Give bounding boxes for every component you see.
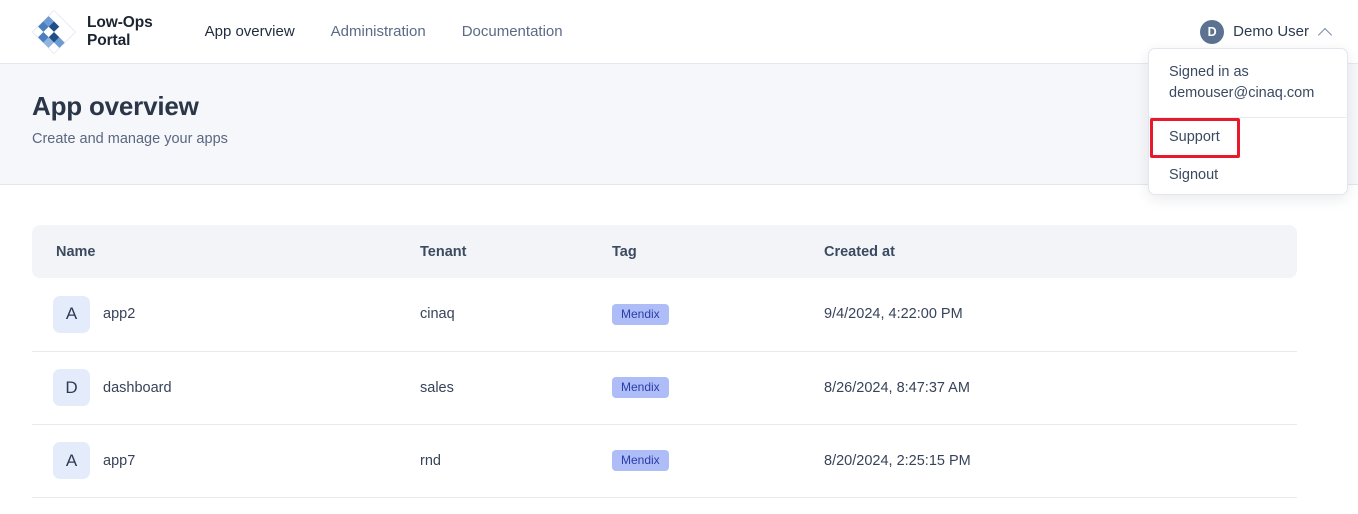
cell-name: D dashboard	[32, 351, 420, 425]
main-nav: App overview Administration Documentatio…	[187, 15, 581, 48]
cell-tenant: rnd	[420, 424, 612, 498]
brand-title: Low-Ops Portal	[87, 14, 153, 49]
dropdown-item-signout[interactable]: Signout	[1149, 156, 1347, 194]
table-header-row: Name Tenant Tag Created at	[32, 225, 1297, 278]
table-row[interactable]: A app7 rnd Mendix 8/20/2024, 2:25:15 PM	[32, 424, 1297, 498]
cell-created-at: 8/20/2024, 2:25:15 PM	[824, 424, 1297, 498]
user-avatar: D	[1200, 19, 1225, 44]
brand-title-line2: Portal	[87, 31, 131, 49]
tag-badge: Mendix	[612, 303, 669, 325]
app-avatar: A	[53, 442, 90, 479]
apps-table: Name Tenant Tag Created at A app2 cinaq …	[32, 225, 1297, 498]
brand-logo[interactable]: Low-Ops Portal	[32, 9, 153, 54]
cell-created-at: 9/4/2024, 4:22:00 PM	[824, 278, 1297, 352]
column-header-tag[interactable]: Tag	[612, 225, 824, 278]
cell-created-at: 8/26/2024, 8:47:37 AM	[824, 351, 1297, 425]
brand-title-line1: Low-Ops	[87, 14, 153, 32]
table-row[interactable]: D dashboard sales Mendix 8/26/2024, 8:47…	[32, 351, 1297, 425]
table-row[interactable]: A app2 cinaq Mendix 9/4/2024, 4:22:00 PM	[32, 278, 1297, 352]
cell-name: A app7	[32, 424, 420, 498]
cell-tag: Mendix	[612, 424, 824, 498]
cell-name: A app2	[32, 278, 420, 352]
nav-link-app-overview[interactable]: App overview	[187, 15, 313, 48]
signed-in-as-block: Signed in as demouser@cinaq.com	[1149, 49, 1347, 119]
cell-tenant: cinaq	[420, 278, 612, 352]
user-menu-button[interactable]: D Demo User	[1194, 16, 1338, 48]
nav-link-administration[interactable]: Administration	[313, 15, 444, 48]
tag-badge: Mendix	[612, 450, 669, 471]
column-header-tenant[interactable]: Tenant	[420, 225, 612, 278]
cell-tag: Mendix	[612, 278, 824, 352]
cell-tag: Mendix	[612, 351, 824, 425]
dropdown-item-support[interactable]: Support	[1149, 118, 1347, 156]
signed-in-email: demouser@cinaq.com	[1169, 85, 1315, 102]
column-header-created-at[interactable]: Created at	[824, 225, 1297, 278]
chevron-up-icon	[1319, 25, 1332, 38]
app-name: dashboard	[103, 379, 172, 396]
table-body: A app2 cinaq Mendix 9/4/2024, 4:22:00 PM…	[32, 278, 1297, 498]
cell-tenant: sales	[420, 351, 612, 425]
page-subtitle: Create and manage your apps	[32, 130, 228, 147]
app-name: app2	[103, 306, 136, 323]
signed-in-as-label: Signed in as	[1169, 64, 1249, 80]
table-head: Name Tenant Tag Created at	[32, 225, 1297, 278]
user-name-label: Demo User	[1233, 23, 1309, 40]
user-dropdown-menu: Signed in as demouser@cinaq.com Support …	[1148, 48, 1348, 196]
page-title: App overview	[32, 91, 199, 121]
apps-table-container: Name Tenant Tag Created at A app2 cinaq …	[0, 185, 1358, 498]
column-header-name[interactable]: Name	[32, 225, 420, 278]
app-avatar: D	[53, 369, 90, 406]
nav-link-documentation[interactable]: Documentation	[444, 15, 581, 48]
tag-badge: Mendix	[612, 377, 669, 398]
app-avatar: A	[53, 295, 90, 333]
app-name: app7	[103, 452, 136, 469]
diamond-grid-logo-icon	[32, 9, 76, 54]
